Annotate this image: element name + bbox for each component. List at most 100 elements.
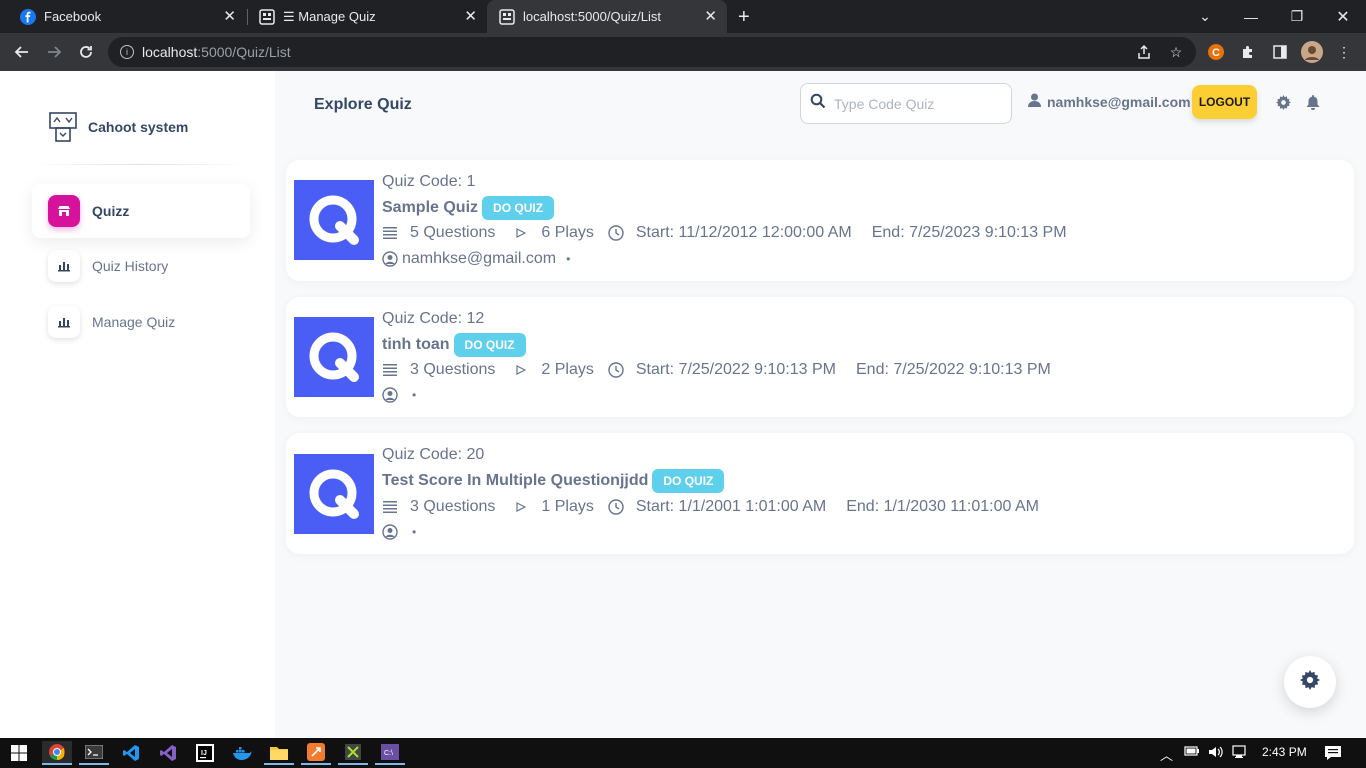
sidebar: Cahoot system Quizz Quiz History Manage … [0,71,275,738]
intellij-icon[interactable]: IJ [190,741,220,765]
tab-search-icon[interactable]: ⌄ [1182,0,1228,33]
snipping-tool-icon[interactable] [338,741,368,765]
logout-button[interactable]: LOGOUT [1192,85,1257,119]
quiz-plays: 2 Plays [541,361,594,378]
list-icon [382,225,398,241]
network-icon[interactable] [1232,745,1248,762]
sidebar-item-quizz[interactable]: Quizz [32,184,250,238]
tab-label: localhost:5000/Quiz/List [523,9,662,24]
user-email: namhkse@gmail.com! [1047,93,1196,110]
windows-taskbar: IJ C:\ ︿ 2:43 PM [0,738,1366,768]
tab-close-icon[interactable]: ✕ [464,9,477,24]
quiz-author: • [382,387,416,403]
user-icon [1028,93,1041,110]
sidebar-divider [32,164,250,165]
tab-label: Facebook [44,9,102,24]
minimize-icon[interactable]: — [1228,0,1274,33]
do-quiz-button[interactable]: DO QUIZ [652,469,725,493]
quiz-questions: 5 Questions [410,224,496,241]
battery-icon[interactable] [1184,745,1200,760]
play-icon [513,225,529,241]
docker-icon[interactable] [227,741,257,765]
quiz-plays: 1 Plays [541,498,594,515]
restore-icon[interactable]: ❐ [1274,0,1320,33]
sidebar-item-manage-quiz[interactable]: Manage Quiz [32,295,250,349]
quiz-title: Test Score In Multiple Questionjjdd [382,472,649,489]
extension-c-icon[interactable]: C [1206,42,1226,62]
url-path: :5000/Quiz/List [197,44,291,60]
forward-icon[interactable] [43,41,65,63]
quiz-meta: 3 Questions 1 Plays Start: 1/1/2001 1:01… [382,498,1039,516]
sidebar-item-quiz-history[interactable]: Quiz History [32,239,250,293]
quiz-meta: 3 Questions 2 Plays Start: 7/25/2022 9:1… [382,361,1051,379]
do-quiz-button[interactable]: DO QUIZ [453,333,526,357]
clock-icon [608,499,624,515]
tab-quiz-list[interactable]: localhost:5000/Quiz/List ✕ [487,0,727,33]
extensions-puzzle-icon[interactable] [1238,42,1258,62]
quiz-questions: 3 Questions [410,361,496,378]
quiz-code: Quiz Code: 1 [382,173,476,190]
gear-icon[interactable] [1274,93,1292,111]
svg-text:C:\: C:\ [384,750,393,757]
volume-icon[interactable] [1208,745,1224,762]
notifications-icon[interactable] [1324,745,1342,764]
quiz-logo-icon [294,317,374,397]
terminal-icon[interactable] [79,741,109,765]
svg-text:IJ: IJ [201,750,207,757]
share-icon[interactable] [1134,42,1154,62]
tab-manage-quiz[interactable]: ☰ Manage Quiz ✕ [247,0,487,33]
visual-studio-icon[interactable] [153,741,183,765]
search-input[interactable] [834,95,1004,112]
quiz-code: Quiz Code: 12 [382,310,485,327]
quiz-tab-icon [259,8,275,25]
quiz-start: Start: 11/12/2012 12:00:00 AM [635,224,852,241]
reload-icon[interactable] [75,41,97,63]
quiz-plays: 6 Plays [541,224,594,241]
chart-icon [48,250,80,282]
tab-facebook[interactable]: Facebook ✕ [0,0,246,33]
author-dot: • [412,388,417,402]
cahoot-logo-icon [48,111,78,143]
browser-tab-bar: Facebook ✕ ☰ Manage Quiz ✕ localhost:500… [0,0,1366,33]
vscode-icon[interactable] [116,741,146,765]
back-icon[interactable] [11,41,33,63]
info-icon[interactable]: i [120,45,134,59]
tab-close-icon[interactable]: ✕ [223,9,236,24]
quiz-card: Quiz Code: 20 Test Score In Multiple Que… [286,433,1354,554]
profile-avatar[interactable] [1300,40,1324,64]
bell-icon[interactable] [1304,93,1322,111]
user-circle-icon [382,387,398,403]
quiz-title-row: Sample Quiz DO QUIZ [382,196,555,220]
quiz-start: Start: 7/25/2022 9:10:13 PM [635,361,836,378]
user-circle-icon [382,524,398,540]
gear-icon [1300,669,1320,695]
address-bar[interactable]: i localhost:5000/Quiz/List [108,37,1196,67]
user-circle-icon [382,251,398,267]
browser-toolbar: i localhost:5000/Quiz/List ☆ C ⋮ [0,33,1366,71]
quiz-code: Quiz Code: 20 [382,446,485,463]
tray-chevron-icon[interactable]: ︿ [1160,745,1173,764]
bookmark-star-icon[interactable]: ☆ [1166,42,1186,62]
settings-fab[interactable] [1284,656,1336,708]
quiz-questions: 3 Questions [410,498,496,515]
console-icon[interactable]: C:\ [375,741,405,765]
user-info[interactable]: namhkse@gmail.com! [1028,93,1195,110]
chrome-icon[interactable] [42,741,72,765]
search-box[interactable] [800,83,1012,124]
postman-icon[interactable] [301,741,331,765]
file-explorer-icon[interactable] [264,741,294,765]
brand-name: Cahoot system [88,119,189,135]
quiz-author-email: namhkse@gmail.com [402,250,557,267]
side-panel-icon[interactable] [1270,42,1290,62]
close-window-icon[interactable]: ✕ [1320,0,1366,33]
quiz-title-row: tinh toan DO QUIZ [382,333,526,357]
author-dot: • [412,525,417,539]
url-host: localhost [142,44,198,60]
new-tab-icon[interactable]: + [738,6,750,29]
menu-kebab-icon[interactable]: ⋮ [1334,42,1354,62]
quiz-logo-icon [294,180,374,260]
brand[interactable]: Cahoot system [48,111,188,143]
do-quiz-button[interactable]: DO QUIZ [482,196,555,220]
tab-close-icon[interactable]: ✕ [704,9,717,24]
windows-start-icon[interactable] [4,741,34,765]
